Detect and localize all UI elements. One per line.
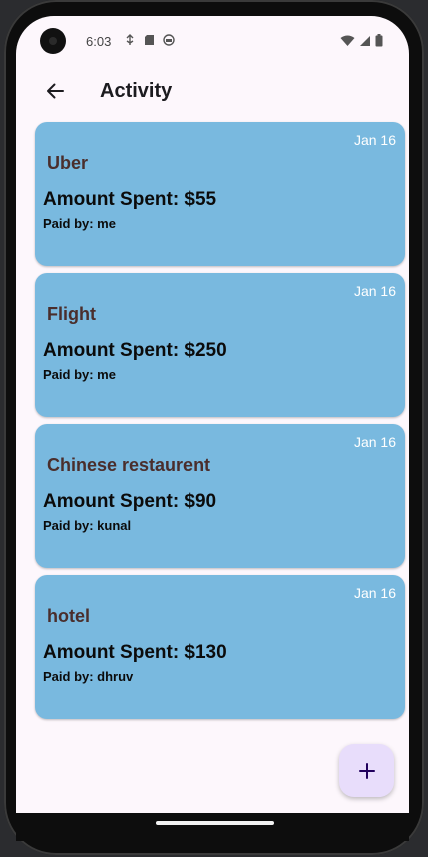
expense-title: Flight	[47, 304, 96, 324]
arrow-back-icon	[47, 83, 64, 99]
usb-debug-icon	[126, 34, 134, 45]
wifi-icon	[340, 35, 355, 46]
expense-amount: Amount Spent: $55	[43, 189, 217, 210]
expense-title: Chinese restaurent	[47, 455, 211, 475]
expense-date: Jan 16	[353, 283, 396, 299]
status-bar: 6:03	[16, 16, 409, 66]
status-system-icons	[340, 34, 383, 47]
expense-amount: Amount Spent: $130	[43, 642, 227, 663]
sd-card-icon	[145, 35, 154, 45]
home-gesture-handle[interactable]	[156, 821, 274, 825]
page-title: Activity	[100, 80, 173, 102]
expense-paid-by: Paid by: dhruv	[43, 669, 134, 684]
expense-card[interactable]: Jan 16 Flight Amount Spent: $250 Paid by…	[35, 273, 405, 417]
top-app-bar: Activity	[16, 68, 409, 114]
expense-paid-by: Paid by: kunal	[43, 518, 132, 533]
status-notification-icons	[124, 34, 175, 46]
expense-title: hotel	[47, 606, 90, 626]
add-expense-button[interactable]	[339, 744, 394, 797]
expense-date: Jan 16	[353, 585, 396, 601]
expense-amount: Amount Spent: $90	[43, 491, 217, 512]
expense-amount: Amount Spent: $250	[43, 340, 227, 361]
expense-date: Jan 16	[353, 132, 396, 148]
battery-icon	[375, 34, 383, 47]
expense-card[interactable]: Jan 16 Uber Amount Spent: $55 Paid by: m…	[35, 122, 405, 266]
expense-paid-by: Paid by: me	[43, 216, 116, 231]
expense-card[interactable]: Jan 16 hotel Amount Spent: $130 Paid by:…	[35, 575, 405, 719]
android-system-icon	[163, 34, 175, 46]
navigation-bar	[16, 813, 409, 841]
front-camera	[40, 28, 66, 54]
expense-list: Jan 16 Uber Amount Spent: $55 Paid by: m…	[35, 122, 405, 726]
expense-title: Uber	[47, 153, 89, 173]
status-time: 6:03	[86, 34, 112, 49]
app-screen: 6:03 Activity Jan 16 Uber Amount Spent: …	[16, 16, 409, 813]
expense-paid-by: Paid by: me	[43, 367, 116, 382]
back-button[interactable]	[42, 78, 68, 104]
cellular-signal-icon	[360, 35, 370, 46]
expense-card[interactable]: Jan 16 Chinese restaurent Amount Spent: …	[35, 424, 405, 568]
plus-icon	[358, 762, 375, 779]
expense-date: Jan 16	[353, 434, 396, 450]
phone-frame: 6:03 Activity Jan 16 Uber Amount Spent: …	[4, 0, 424, 855]
